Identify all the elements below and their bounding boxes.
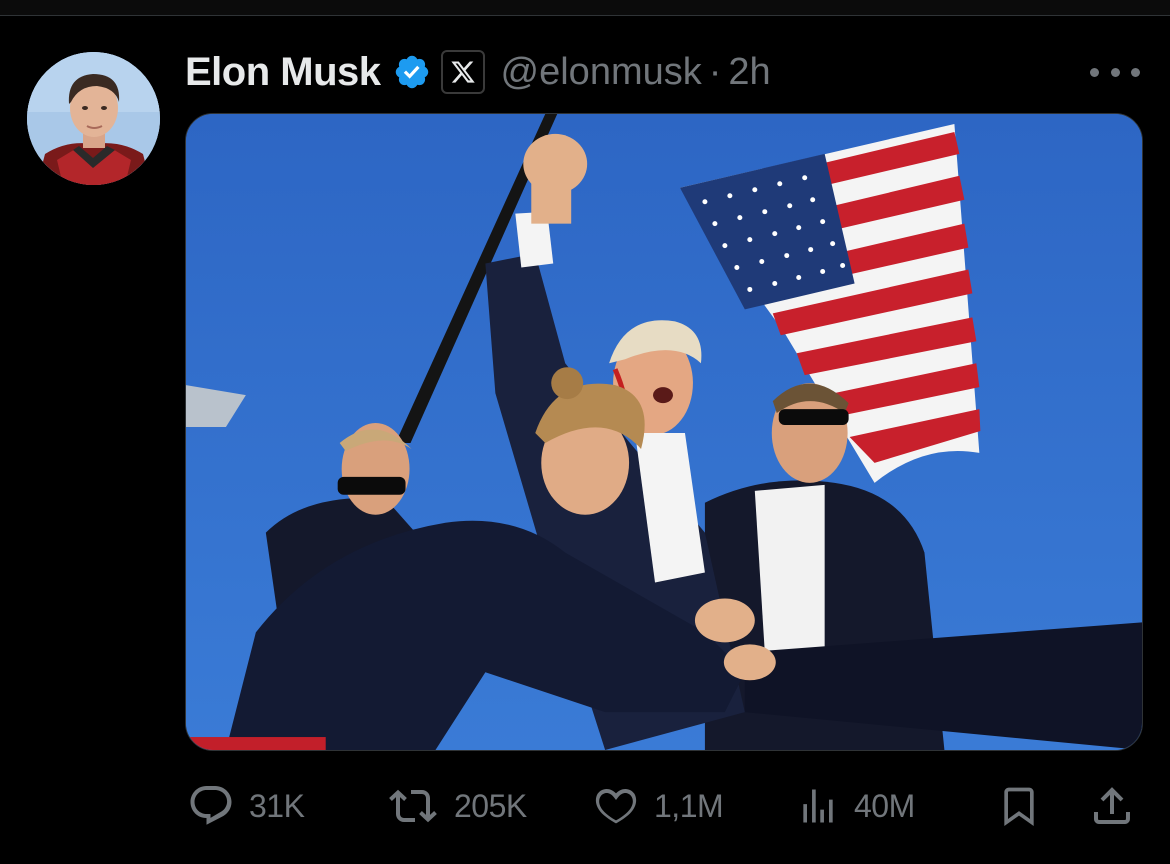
x-logo-icon[interactable] [440, 50, 485, 94]
verified-badge-icon[interactable] [393, 53, 431, 91]
repost-button[interactable]: 205K [386, 776, 527, 836]
handle[interactable]: @elonmusk [501, 51, 702, 94]
views-button[interactable]: 40M [796, 776, 915, 836]
speech-bubble-icon [190, 786, 232, 825]
reply-count: 31K [249, 787, 305, 824]
repost-count: 205K [454, 787, 527, 824]
photo-image [186, 114, 1142, 750]
share-button[interactable] [1088, 776, 1136, 836]
like-button[interactable]: 1,1M [592, 776, 724, 836]
dot [1090, 67, 1099, 77]
action-bar: 31K 205K 1,1M 40M [0, 776, 1170, 836]
dot [1110, 67, 1120, 77]
view-count: 40M [854, 787, 915, 824]
reply-button[interactable]: 31K [187, 776, 305, 836]
avatar[interactable] [27, 52, 160, 185]
bookmark-button[interactable] [997, 776, 1041, 836]
share-upload-icon [1094, 787, 1130, 824]
separator-dot: · [708, 50, 722, 93]
tweet-header: Elon Musk @elonmusk · 2h [185, 44, 771, 100]
heart-icon [595, 788, 637, 824]
top-divider [0, 0, 1170, 16]
repost-arrows-icon [389, 789, 437, 823]
tweet[interactable]: Elon Musk @elonmusk · 2h 31K 205K 1,1M 4… [0, 16, 1170, 864]
dot [1131, 67, 1140, 77]
avatar-image [27, 52, 160, 185]
bar-chart-icon [803, 789, 833, 823]
display-name[interactable]: Elon Musk [185, 50, 381, 95]
post-photo[interactable] [185, 113, 1143, 751]
bookmark-icon [1004, 787, 1034, 827]
timestamp[interactable]: 2h [728, 51, 770, 94]
more-dots-icon[interactable] [1090, 52, 1140, 92]
like-count: 1,1M [654, 787, 724, 824]
